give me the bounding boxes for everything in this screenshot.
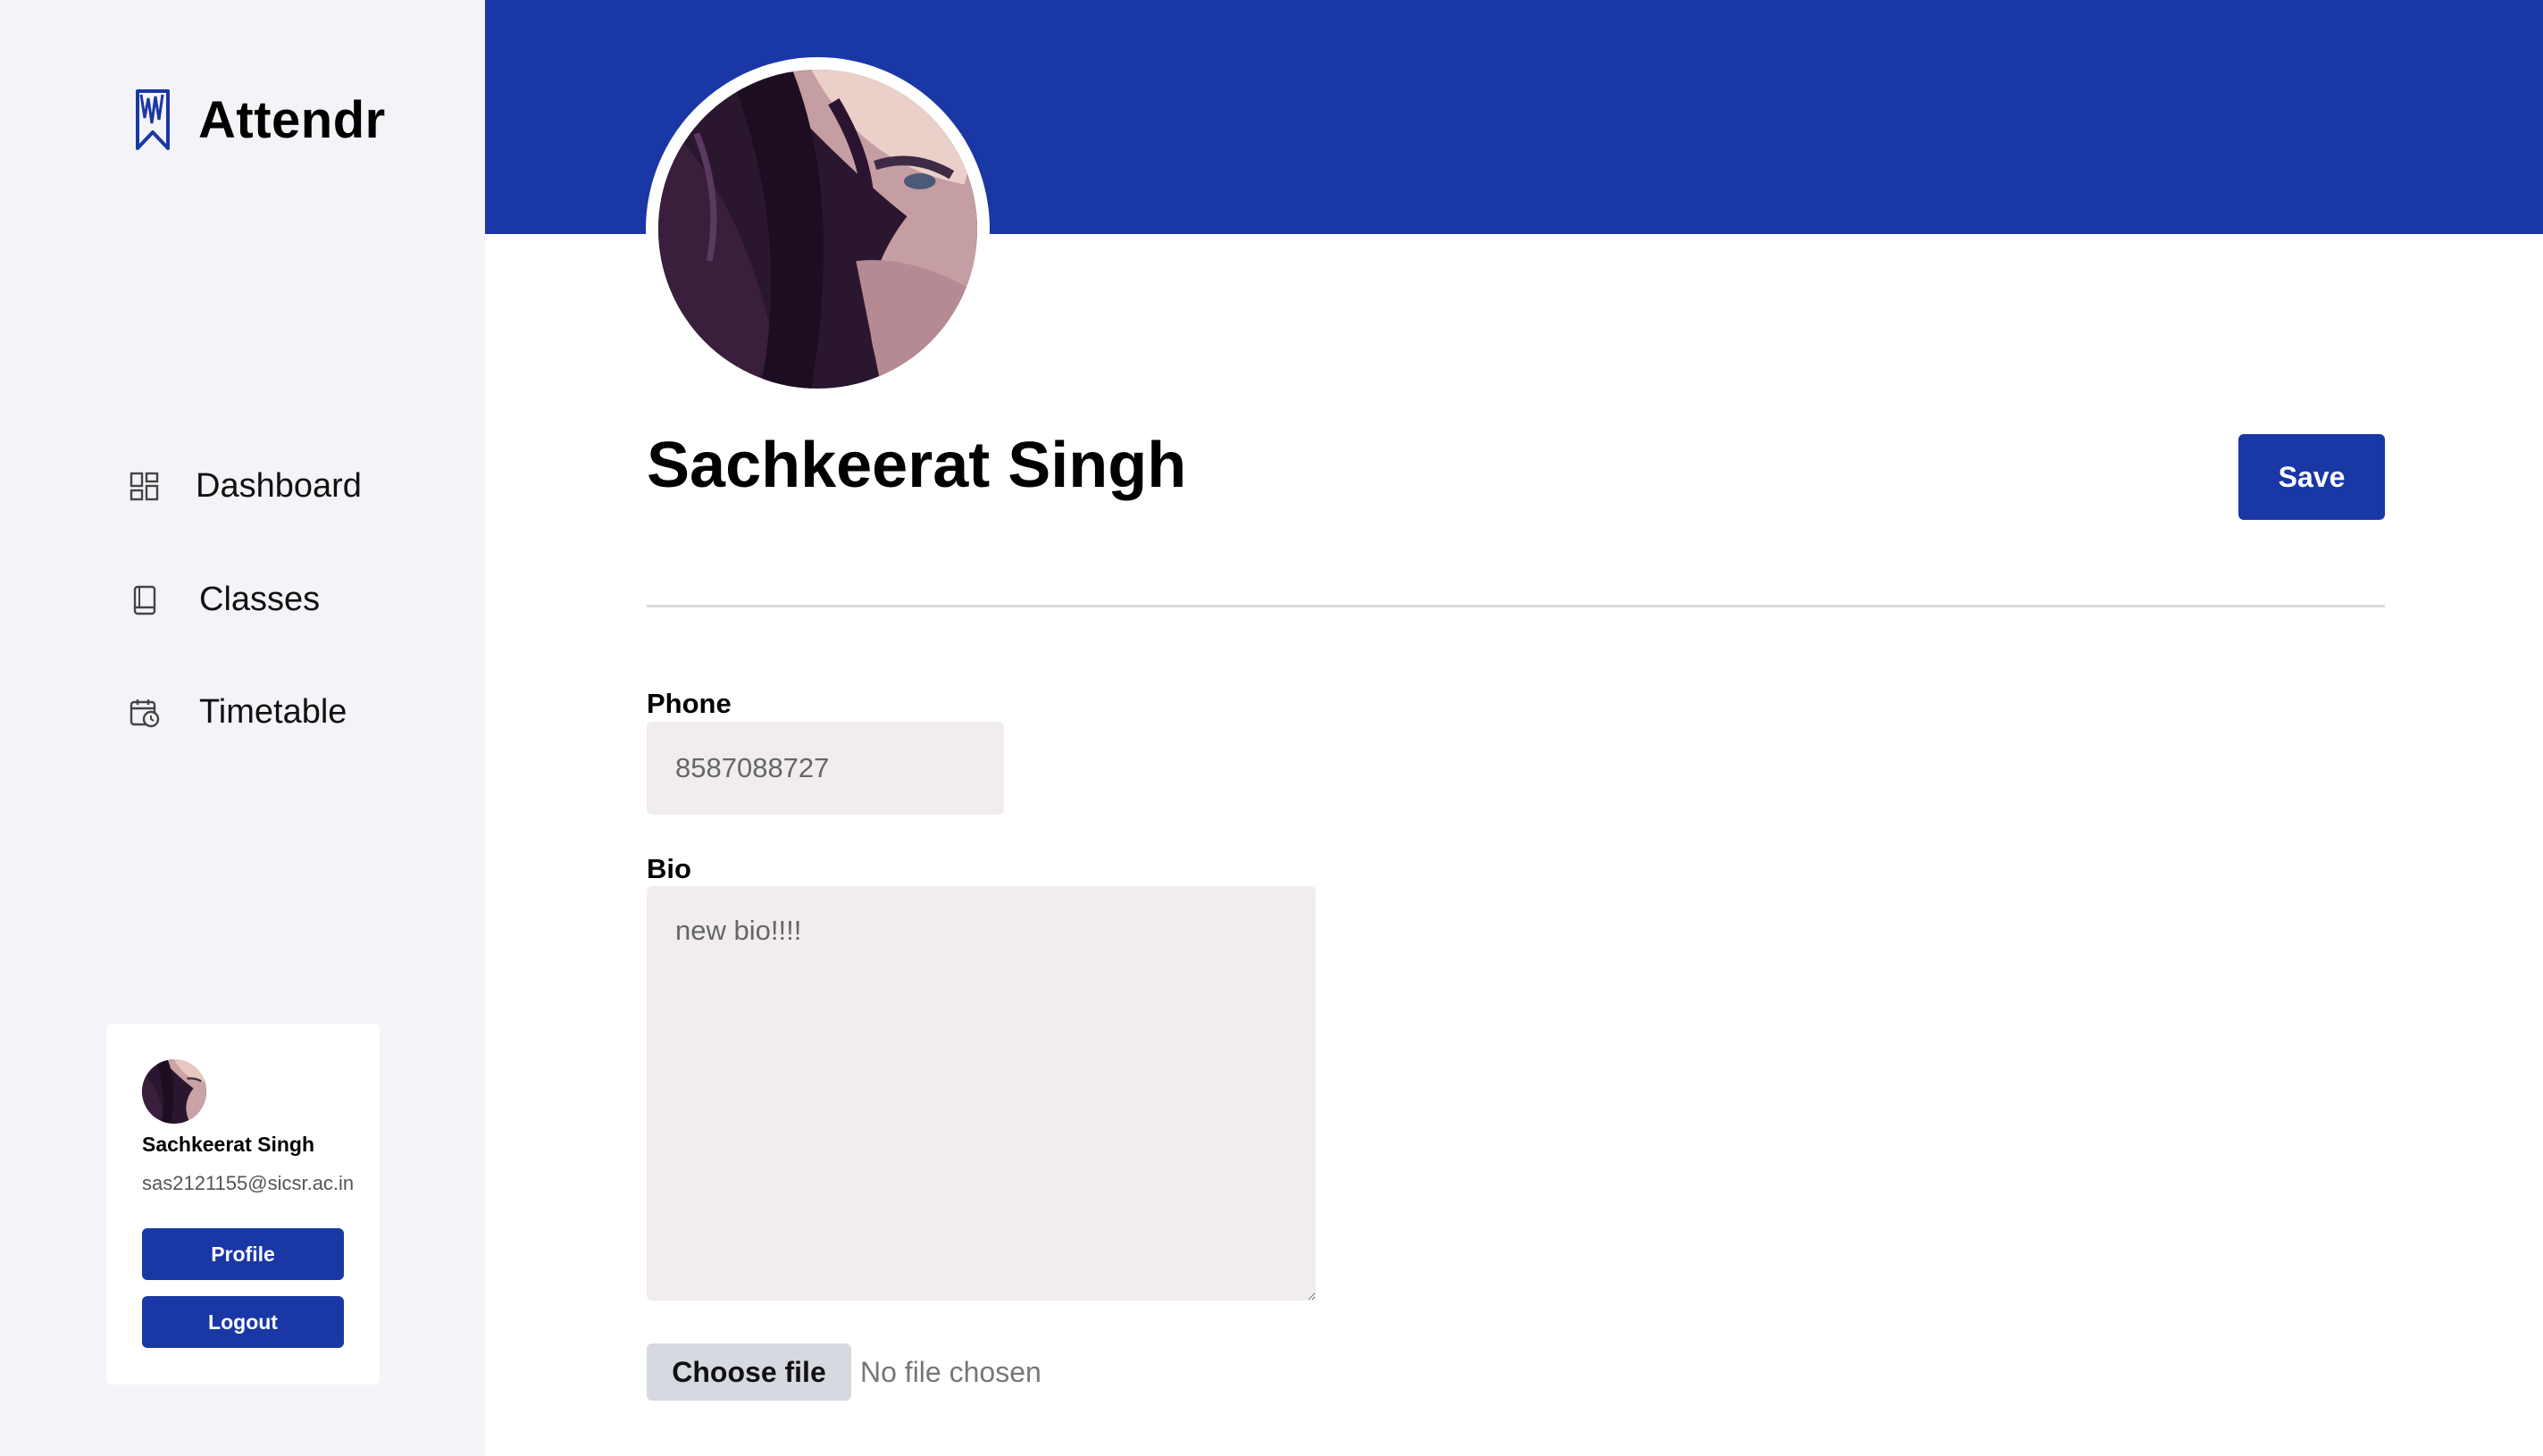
phone-field[interactable] — [647, 722, 1004, 815]
avatar-image — [142, 1059, 206, 1124]
app-logo[interactable]: Attendr — [132, 88, 386, 152]
avatar[interactable] — [142, 1059, 206, 1124]
dashboard-grid-icon — [130, 472, 159, 500]
choose-file-button[interactable]: Choose file — [647, 1343, 851, 1401]
user-name: Sachkeerat Singh — [142, 1133, 315, 1156]
profile-avatar[interactable] — [646, 57, 990, 401]
divider — [647, 605, 2385, 607]
bio-textarea[interactable]: new bio!!!! — [647, 886, 1316, 1301]
file-upload: Choose file No file chosen — [647, 1343, 1041, 1401]
sidebar-item-label: Classes — [199, 581, 321, 618]
calendar-clock-icon — [130, 699, 160, 727]
save-button[interactable]: Save — [2238, 434, 2385, 520]
user-email: sas2121155@sicsr.ac.in — [142, 1172, 355, 1194]
profile-avatar-image — [658, 70, 977, 389]
sidebar-item-dashboard[interactable]: Dashboard — [130, 467, 362, 506]
logout-button[interactable]: Logout — [142, 1296, 344, 1348]
bookmark-logo-icon — [136, 89, 170, 150]
page-title: Sachkeerat Singh — [647, 430, 1187, 501]
phone-label: Phone — [647, 688, 732, 719]
user-card: Sachkeerat Singh sas2121155@sicsr.ac.in … — [106, 1024, 380, 1385]
bio-label: Bio — [647, 853, 691, 884]
file-status: No file chosen — [860, 1355, 1041, 1388]
sidebar-item-timetable[interactable]: Timetable — [130, 693, 347, 732]
sidebar: Attendr Dashboard Classes Timetable Sach… — [0, 0, 485, 1456]
profile-button[interactable]: Profile — [142, 1228, 344, 1280]
book-icon — [133, 585, 156, 615]
app-name: Attendr — [198, 90, 386, 149]
sidebar-item-classes[interactable]: Classes — [130, 581, 320, 619]
sidebar-item-label: Timetable — [199, 693, 347, 731]
sidebar-item-label: Dashboard — [196, 467, 362, 505]
